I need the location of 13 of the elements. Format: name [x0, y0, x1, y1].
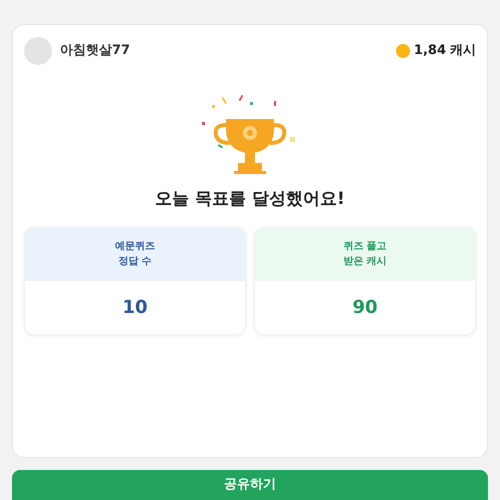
coin-icon: [396, 44, 410, 58]
stat-label: 예문퀴즈: [115, 240, 155, 254]
stat-value: 90: [352, 296, 378, 320]
stat-label: 정답 수: [118, 255, 152, 269]
goal-title: 오늘 목표를 달성했어요!: [154, 188, 346, 211]
stat-value: 10: [122, 296, 148, 320]
share-button[interactable]: 공유하기: [12, 470, 488, 500]
cash-unit: 캐시: [450, 42, 476, 60]
user-name: 아침햇살77: [60, 42, 130, 60]
cash-amount: 1,84: [414, 42, 446, 60]
stat-label: 받은 캐시: [343, 255, 387, 269]
stat-label: 퀴즈 풀고: [343, 240, 387, 254]
avatar: [24, 37, 52, 65]
